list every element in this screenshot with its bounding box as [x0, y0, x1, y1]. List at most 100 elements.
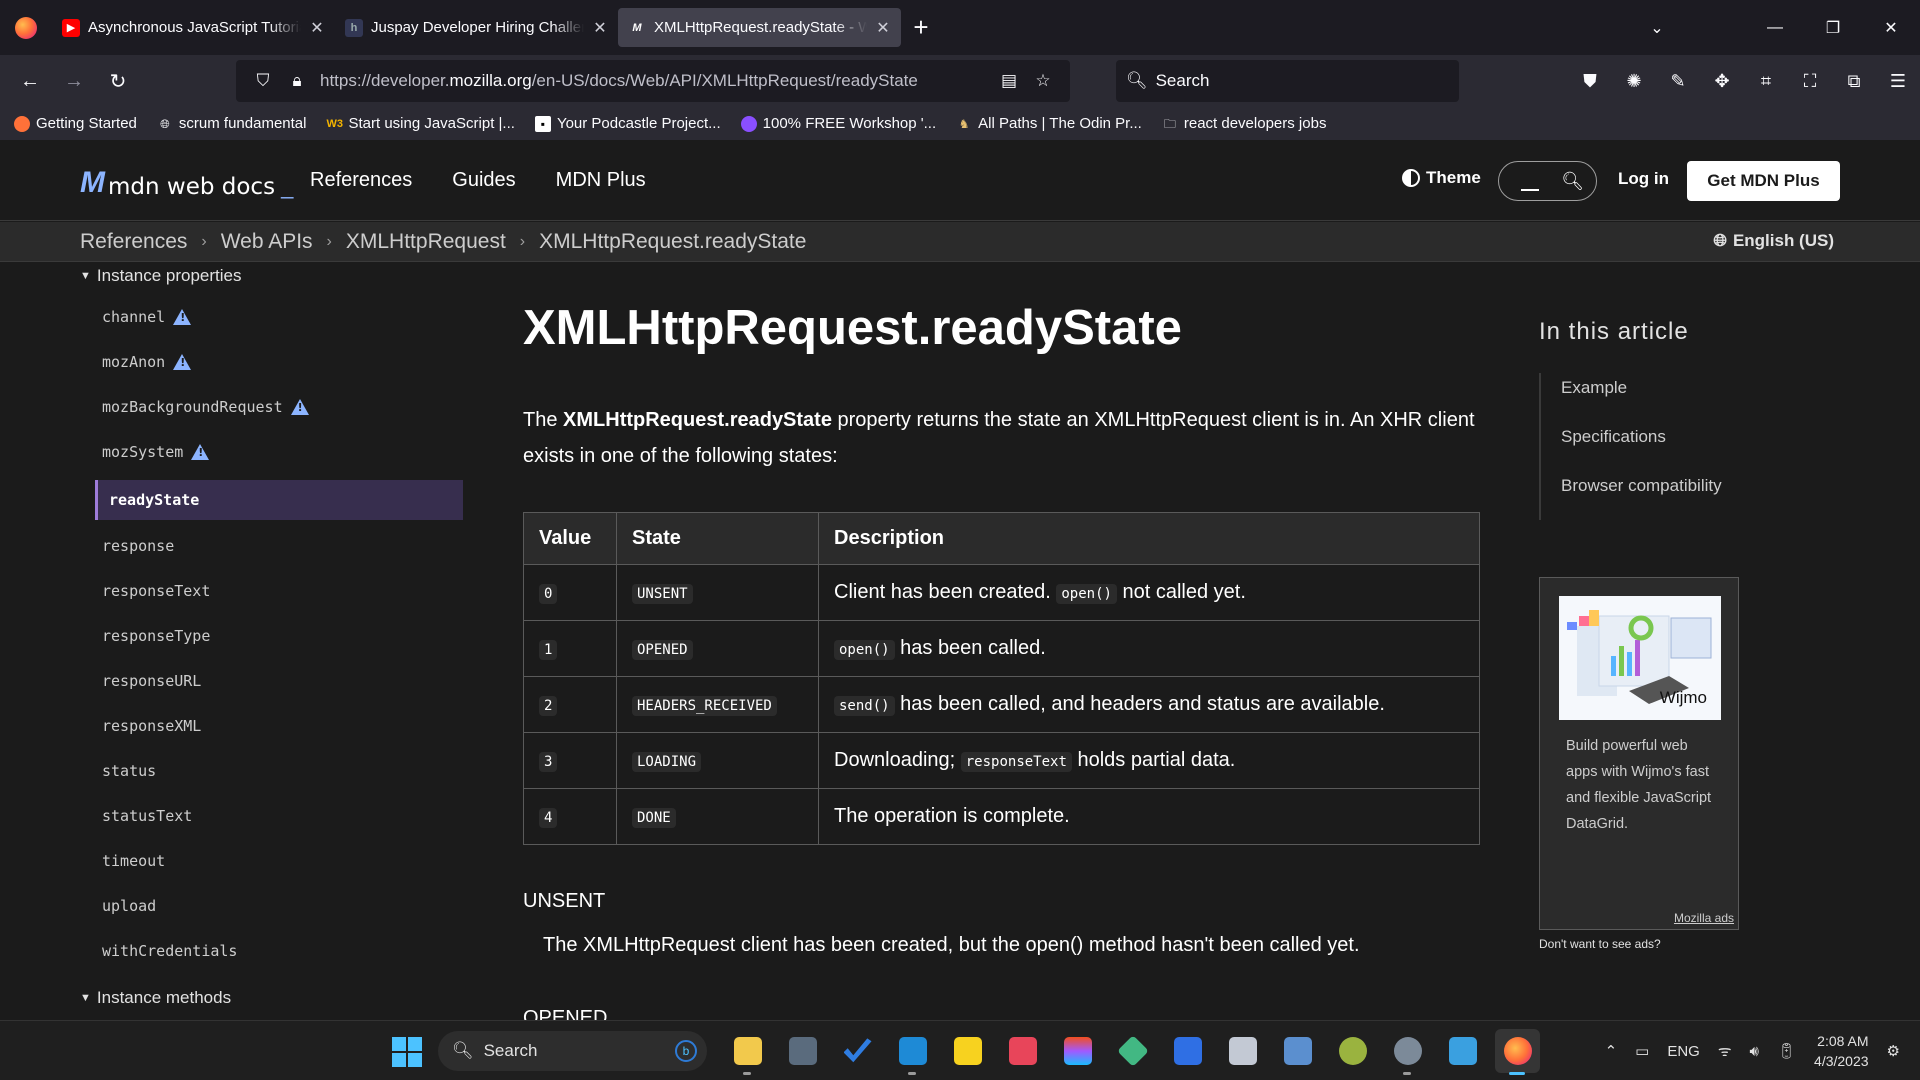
notification-icon[interactable]: ⚙	[1887, 1042, 1900, 1060]
ad-text[interactable]: Build powerful web apps with Wijmo's fas…	[1566, 733, 1716, 837]
toc-item-example[interactable]: Example	[1561, 373, 1769, 422]
minimize-button[interactable]: —	[1746, 0, 1804, 55]
site-search-input[interactable]: 🔍︎	[1498, 161, 1597, 201]
sidebar-section-instance-properties[interactable]: ▼ Instance properties	[80, 266, 241, 286]
crop-icon[interactable]: ⌗	[1744, 61, 1788, 101]
sidebar-item-status[interactable]: status	[102, 756, 156, 786]
extension-gear-icon[interactable]: ✺	[1612, 61, 1656, 101]
bookmark-workshop[interactable]: 100% FREE Workshop '...	[740, 115, 936, 132]
screenshot-icon[interactable]: ⛶	[1788, 61, 1832, 101]
lock-icon[interactable]: 🔒︎	[280, 71, 314, 91]
bookmark-javascript[interactable]: W3 Start using JavaScript |...	[326, 115, 514, 132]
sidebar-item-timeout[interactable]: timeout	[102, 846, 165, 876]
chevron-up-icon[interactable]: ⌃	[1605, 1042, 1618, 1060]
file-explorer-icon[interactable]	[725, 1029, 770, 1075]
login-button[interactable]: Log in	[1618, 169, 1669, 189]
notepad-icon[interactable]	[1440, 1029, 1485, 1073]
breadcrumb-web-apis[interactable]: Web APIs	[221, 230, 313, 254]
browser-search-input[interactable]: 🔍︎ Search	[1116, 60, 1459, 102]
sidebar-item-response[interactable]: response	[102, 531, 174, 561]
sidebar-item-mozbackgroundrequest[interactable]: mozBackgroundRequest	[102, 392, 309, 422]
taskbar-search[interactable]: 🔍︎ Search b	[438, 1031, 707, 1071]
close-tab-icon[interactable]: ✕	[309, 18, 325, 38]
ad-image[interactable]: Wijmo	[1559, 596, 1721, 720]
sidebar-item-channel[interactable]: channel	[102, 302, 192, 332]
back-icon[interactable]: ←	[8, 61, 52, 101]
reader-view-icon[interactable]: ▤	[992, 71, 1026, 91]
close-tab-icon[interactable]: ✕	[875, 18, 891, 38]
sidebar-item-responsetext[interactable]: responseText	[102, 576, 210, 606]
todo-icon[interactable]	[835, 1029, 880, 1073]
theme-button[interactable]: Theme	[1402, 168, 1481, 188]
clock[interactable]: 2:08 AM 4/3/2023	[1814, 1031, 1869, 1071]
get-mdn-plus-button[interactable]: Get MDN Plus	[1687, 161, 1840, 201]
close-tab-icon[interactable]: ✕	[592, 18, 608, 38]
advertisement[interactable]: Wijmo Build powerful web apps with Wijmo…	[1539, 577, 1739, 930]
zeal-icon[interactable]	[1165, 1029, 1210, 1073]
bookmark-scrum[interactable]: 🌐︎ scrum fundamental	[157, 115, 306, 132]
color-picker-icon[interactable]: ✎	[1656, 61, 1700, 101]
list-all-tabs-icon[interactable]: ⌄	[1628, 0, 1686, 55]
bookmark-odin[interactable]: ♞ All Paths | The Odin Pr...	[956, 115, 1142, 132]
extensions-icon[interactable]: ⧉	[1832, 61, 1876, 101]
bookmark-podcastle[interactable]: ▪ Your Podcastle Project...	[534, 115, 721, 132]
sidebar-item-upload[interactable]: upload	[102, 891, 156, 921]
pocket-icon[interactable]: ⛊	[1568, 61, 1612, 101]
mdn-logo[interactable]: M mdn web docs _	[80, 166, 293, 200]
calculator-icon[interactable]	[780, 1029, 825, 1073]
sidebar-item-responsexml[interactable]: responseXML	[102, 711, 201, 741]
shield-icon[interactable]: ⛉	[246, 71, 280, 91]
reload-icon[interactable]: ↻	[96, 61, 140, 101]
photos-icon[interactable]	[1000, 1029, 1045, 1073]
sidebar-item-withcredentials[interactable]: withCredentials	[102, 936, 237, 966]
tab-readystate[interactable]: M XMLHttpRequest.readyState - Web APIs ✕	[618, 8, 901, 47]
language-switcher[interactable]: 🌐︎ English (US)	[1713, 231, 1834, 251]
bookmark-star-icon[interactable]: ☆	[1026, 71, 1060, 91]
nav-guides[interactable]: Guides	[452, 169, 515, 192]
toc-item-specifications[interactable]: Specifications	[1561, 422, 1769, 471]
no-ads-link[interactable]: Don't want to see ads?	[1539, 937, 1661, 951]
nav-mdn-plus[interactable]: MDN Plus	[556, 169, 646, 192]
volume-icon[interactable]: 🔊︎	[1750, 1043, 1759, 1060]
sidebar-item-readystate[interactable]: readyState	[95, 480, 463, 520]
battery-icon[interactable]: 🔋︎	[1777, 1042, 1796, 1060]
sticky-notes-icon[interactable]	[945, 1029, 990, 1073]
breadcrumb-references[interactable]: References	[80, 230, 187, 254]
firefox-menu-button[interactable]	[0, 0, 52, 55]
tab-asynchronous-js[interactable]: ▶ Asynchronous JavaScript Tutorial ✕	[52, 8, 335, 47]
mozilla-ads-link[interactable]: Mozilla ads	[1674, 911, 1734, 925]
nav-references[interactable]: References	[310, 169, 412, 192]
wifi-icon[interactable]: ᯤ	[1718, 1041, 1732, 1061]
move-icon[interactable]: ✥	[1700, 61, 1744, 101]
address-bar[interactable]: ⛉ 🔒︎ https://developer.mozilla.org/en-US…	[236, 60, 1070, 102]
sidebar-item-mozsystem[interactable]: mozSystem	[102, 437, 210, 467]
snipping-tool-icon[interactable]	[1220, 1029, 1265, 1073]
restore-button[interactable]: ❐	[1804, 0, 1862, 55]
virtualbox-icon[interactable]	[1275, 1029, 1320, 1073]
bookmark-getting-started[interactable]: Getting Started	[14, 115, 137, 132]
vscode-icon[interactable]	[890, 1029, 935, 1075]
sidebar-item-responseurl[interactable]: responseURL	[102, 666, 201, 696]
breadcrumb-xmlhttprequest[interactable]: XMLHttpRequest	[346, 230, 506, 254]
breadcrumb-readystate[interactable]: XMLHttpRequest.readyState	[539, 230, 806, 254]
language-indicator[interactable]: ENG	[1667, 1043, 1700, 1060]
settings-icon[interactable]	[1385, 1029, 1430, 1075]
tab-juspay[interactable]: h Juspay Developer Hiring Challenge ✕	[335, 8, 618, 47]
bookmark-react-jobs[interactable]: 🗀 react developers jobs	[1162, 115, 1327, 132]
sidebar-item-responsetype[interactable]: responseType	[102, 621, 210, 651]
toc-item-browser-compatibility[interactable]: Browser compatibility	[1561, 471, 1769, 520]
forward-icon[interactable]: →	[52, 61, 96, 101]
figma-icon[interactable]	[1055, 1029, 1100, 1073]
sidebar-item-mozanon[interactable]: mozAnon	[102, 347, 192, 377]
close-window-button[interactable]: ✕	[1862, 0, 1920, 55]
url-text[interactable]: https://developer.mozilla.org/en-US/docs…	[320, 71, 992, 91]
firefox-icon[interactable]	[1495, 1029, 1540, 1075]
display-icon[interactable]: ▭	[1635, 1042, 1649, 1060]
new-tab-button[interactable]: +	[901, 8, 941, 47]
sidebar-section-instance-methods[interactable]: ▼ Instance methods	[80, 988, 231, 1008]
git-icon[interactable]	[1110, 1029, 1155, 1073]
menu-icon[interactable]: ☰	[1876, 61, 1920, 101]
app-icon[interactable]	[1330, 1029, 1375, 1073]
start-button[interactable]	[392, 1037, 422, 1067]
sidebar-item-statustext[interactable]: statusText	[102, 801, 192, 831]
